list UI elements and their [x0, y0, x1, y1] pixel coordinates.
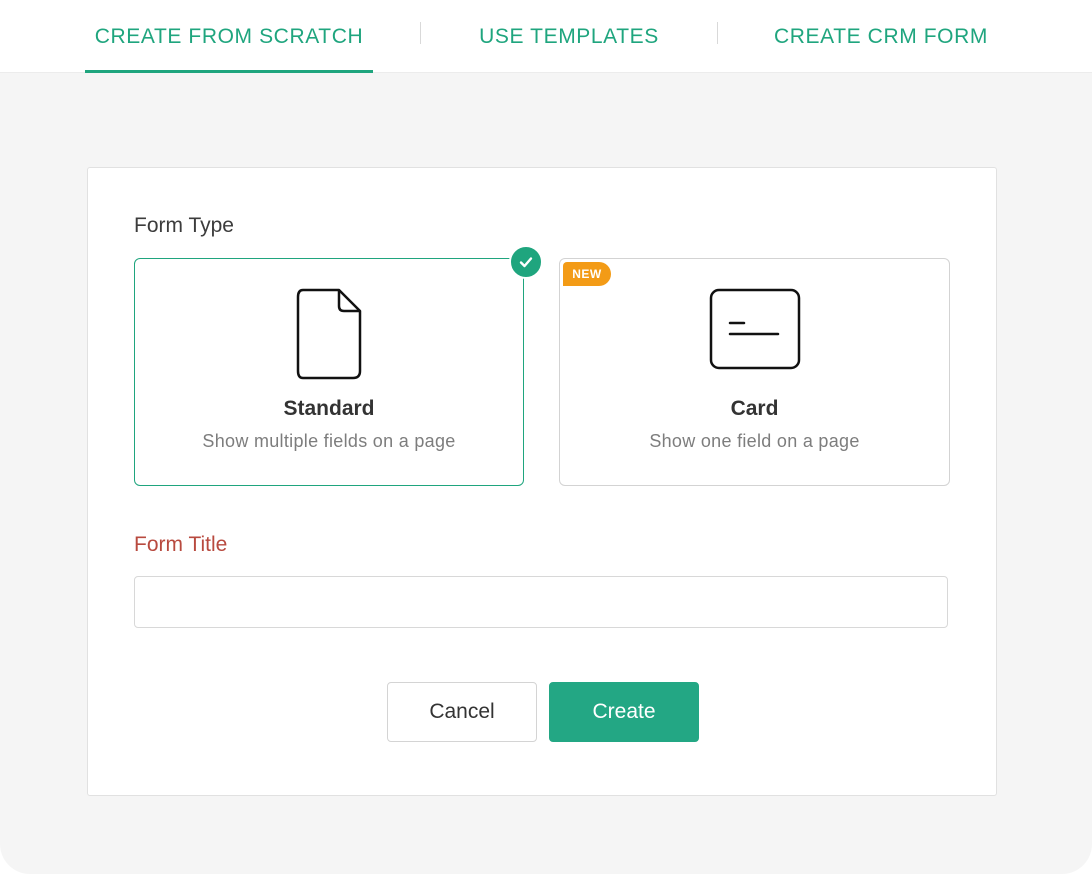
form-title-input[interactable] [134, 576, 948, 628]
form-type-card-option[interactable]: NEW Card Show one field on a page [559, 258, 950, 486]
tab-use-templates[interactable]: USE TEMPLATES [455, 0, 683, 72]
selected-check-icon [509, 245, 543, 279]
cancel-button[interactable]: Cancel [387, 682, 537, 742]
tab-create-crm-form[interactable]: CREATE CRM FORM [753, 0, 1009, 72]
page: CREATE FROM SCRATCH USE TEMPLATES CREATE… [0, 0, 1092, 874]
create-form-panel: Form Type Standard Show multiple fields … [87, 167, 997, 796]
tab-bar: CREATE FROM SCRATCH USE TEMPLATES CREATE… [0, 0, 1092, 73]
form-type-label: Form Type [134, 214, 234, 237]
card-option-title: Card [730, 397, 779, 420]
card-icon [708, 287, 802, 376]
form-type-standard-option[interactable]: Standard Show multiple fields on a page [134, 245, 543, 486]
create-button[interactable]: Create [549, 682, 699, 742]
form-title-label: Form Title [134, 533, 228, 556]
tab-divider [717, 22, 718, 44]
document-icon [295, 287, 363, 386]
new-badge: NEW [563, 262, 611, 286]
standard-option-description: Show multiple fields on a page [202, 431, 456, 451]
tab-create-from-scratch[interactable]: CREATE FROM SCRATCH [85, 0, 373, 72]
standard-option-title: Standard [283, 397, 375, 420]
tab-divider [420, 22, 421, 44]
active-tab-indicator [85, 70, 373, 73]
card-option-description: Show one field on a page [649, 431, 860, 451]
